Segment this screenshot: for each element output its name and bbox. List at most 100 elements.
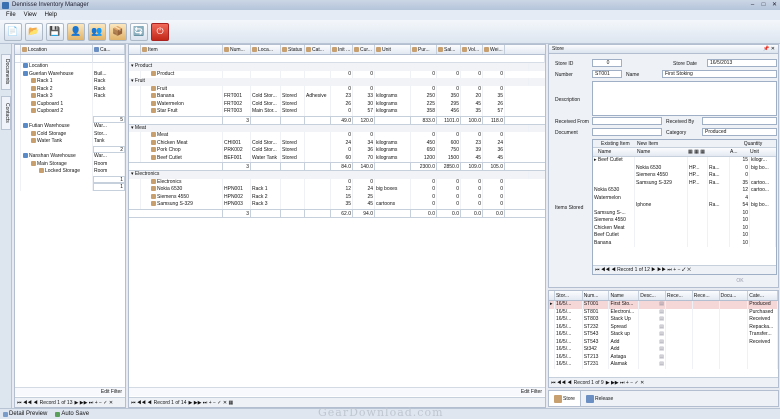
ok-button[interactable]: OK [729,277,751,286]
store-row[interactable]: ▸ 16/5/... ST001 First Sto... ▤ Produced [549,301,778,309]
location-row[interactable]: Cold Storage Stor... [15,130,125,138]
quantity-a-header[interactable]: A... [730,148,750,156]
store-row[interactable]: 16/5/... ST232 Spread ▤ Repacka... [549,323,778,331]
pager-nav-icon[interactable]: ▶ ▶▶ ⏭ + − ✓ ✕ [74,400,113,406]
name-field[interactable]: First Stoking [662,70,777,78]
store-row[interactable]: 16/5/... ST543 Add ▤ Received [549,338,778,346]
group-row[interactable]: ▾ Electronics [129,171,545,179]
number-field[interactable]: ST001 [592,70,622,78]
existing-name-header[interactable]: Name [593,148,635,156]
add-user-icon[interactable]: 👤 [67,22,85,41]
stored-item-row[interactable]: Samsung S-329 HP... Ra... 35 cartoo... [593,179,776,187]
description-field[interactable] [592,81,777,116]
column-header[interactable]: Wei... [483,45,505,54]
column-header[interactable]: Docu... [720,291,749,300]
pager-nav-icon[interactable]: ▶ ▶▶ ⏭ + − ✓ ✕ [650,267,691,273]
stored-item-row[interactable]: Watermelon 4 [593,194,776,202]
location-row[interactable]: 1 [15,183,125,191]
transfer-icon[interactable]: 🔄 [130,22,148,41]
location-row[interactable]: Rack 1 Rack [15,78,125,86]
pager-nav-icon[interactable]: ⏮ ◀◀ ◀ [131,400,152,406]
location-row[interactable]: Main Storage Room [15,160,125,168]
item-row[interactable]: Nokia 6530 HPN001 Rack 1 12 24 big boxes 0 0 0 0 [129,186,545,194]
received-by-select[interactable] [702,117,777,125]
pager-nav-icon[interactable]: ⏮ ◀◀ ◀ [17,400,38,406]
store-id-field[interactable]: 0 [592,59,622,67]
item-row[interactable]: Fruit 0 0 0 0 0 0 [129,85,545,93]
group-row[interactable]: ▾ Meat [129,124,545,132]
unit-header[interactable]: Unit [750,148,776,156]
item-row[interactable]: Product 0 0 0 0 0 0 [129,70,545,78]
stored-item-row[interactable]: Iphone Ra... 54 big bo... [593,202,776,210]
column-header[interactable]: Desc... [639,291,666,300]
column-header[interactable]: Rece... [693,291,720,300]
pager-nav-icon[interactable]: ▶ ▶▶ ⏭ + − ✓ ✕ [606,380,645,386]
column-header[interactable]: Cur... [353,45,375,54]
store-date-field[interactable]: 16/5/2013 [707,59,777,67]
location-row[interactable]: 5 [15,115,125,123]
new-icon[interactable]: 📄 [4,22,22,41]
column-header[interactable]: Unit [375,45,411,54]
group-row[interactable]: ▾ Fruit [129,78,545,86]
item-row[interactable]: Siemens 4550 HPN002 Rack 2 15 25 0 0 0 0 [129,193,545,201]
new-extra-headers[interactable]: ▦ ▦ ▦ [688,148,730,156]
store-row[interactable]: 16/5/... ST803 Stack Up ▤ Received [549,316,778,324]
store-row[interactable]: 16/5/... St342 Add ▤ [549,346,778,354]
column-header[interactable]: Init ... [331,45,353,54]
location-row[interactable]: Rack 2 Rack [15,85,125,93]
column-header[interactable]: Loca... [251,45,281,54]
store-row[interactable]: 16/5/... ST801 Electroni... ▤ Purchased [549,308,778,316]
maximize-button[interactable]: □ [758,1,769,9]
close-button[interactable]: ✕ [769,1,780,9]
column-header[interactable]: Num... [583,291,610,300]
column-header[interactable]: Sal... [437,45,461,54]
column-header[interactable]: Cate... [748,291,778,300]
pager-nav-icon[interactable]: ⏮ ◀◀ ◀ [595,267,617,273]
pager-nav-icon[interactable]: ⏮ ◀◀ ◀ [551,380,572,386]
column-header[interactable]: Item [141,45,223,54]
menu-file[interactable]: File [6,12,16,18]
column-header[interactable]: Rece... [666,291,693,300]
item-row[interactable]: Chicken Meat CHI001 Cold Stor... Stored 24 34… [129,139,545,147]
item-row[interactable]: Pork Chop PRK002 Cold Stor... Stored 0 36 kilo… [129,147,545,155]
category-select[interactable]: Produced [702,128,777,136]
location-row[interactable]: Guerlan Warehouse Buil... [15,70,125,78]
item-row[interactable]: Beef Cutlet BEF001 Water Tank Stored 60 70 kil… [129,154,545,162]
filter-row[interactable] [15,55,125,63]
power-icon[interactable]: ⏻ [151,22,169,41]
location-row[interactable]: Cupboard 1 [15,100,125,108]
stored-item-row[interactable]: Siemens 4550 10 [593,217,776,225]
received-from-select[interactable] [592,117,662,125]
stored-item-row[interactable]: Banana 10 [593,239,776,247]
store-row[interactable]: 16/5/... ST231 Alamak ▤ [549,361,778,369]
location-row[interactable]: 1 [15,175,125,183]
column-header[interactable]: Stor... [555,291,583,300]
new-name-header[interactable]: Name [635,148,688,156]
item-row[interactable]: Watermelon FRT002 Cold Stor... Stored 26 30 ki… [129,100,545,108]
auto-save-toggle[interactable]: Auto Save [61,411,89,417]
store-tab[interactable]: Store [549,391,581,406]
document-select[interactable] [592,128,662,136]
contacts-tab[interactable]: Contacts [1,96,11,130]
column-header[interactable]: Status [281,45,305,54]
stored-item-row[interactable]: Nokia 6530 12 cartoo... [593,187,776,195]
location-header[interactable]: Location [21,45,93,54]
location-row[interactable]: Location [15,63,125,71]
location-row[interactable]: Nanshan Warehouse War... [15,153,125,161]
store-row[interactable]: 16/5/... ST213 Astaga ▤ [549,353,778,361]
menu-view[interactable]: View [24,12,37,18]
stored-item-row[interactable]: Siemens 4550 HP... Ra... 0 [593,172,776,180]
menu-help[interactable]: Help [45,12,57,18]
column-header[interactable]: Vol... [461,45,483,54]
item-row[interactable]: Electronics 0 0 0 0 0 0 [129,178,545,186]
stored-item-row[interactable]: Samsung S-... 10 [593,209,776,217]
pager-nav-icon[interactable]: ▶ ▶▶ ⏭ + − ✓ ✕ ▦ [188,400,233,406]
location-row[interactable]: Locked Storage Room [15,168,125,176]
filter-row[interactable] [129,55,545,63]
pin-icon[interactable]: 📌 ✕ [763,45,775,53]
location-row[interactable]: 2 [15,145,125,153]
documents-tab[interactable]: Documents [1,54,11,90]
column-header[interactable]: Cat... [305,45,331,54]
edit-filter-button[interactable]: Edit Filter [101,389,122,395]
release-tab[interactable]: Release [581,391,618,406]
